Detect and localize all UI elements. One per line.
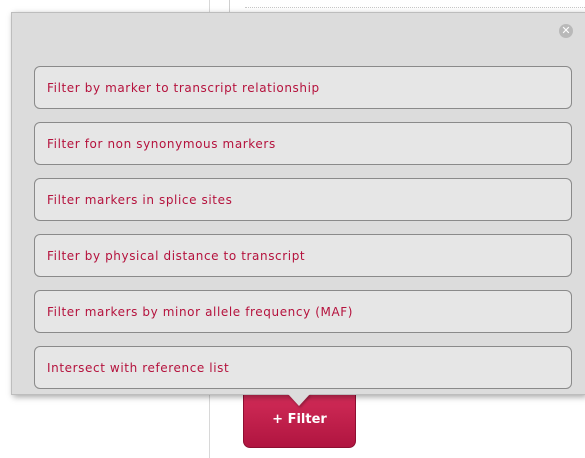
filter-option-non-synonymous[interactable]: Filter for non synonymous markers xyxy=(34,122,572,165)
filter-option-physical-distance[interactable]: Filter by physical distance to transcrip… xyxy=(34,234,572,277)
background-inner-line xyxy=(229,0,230,12)
filter-options-popup: ✕ Filter by marker to transcript relatio… xyxy=(11,12,585,395)
filter-option-reference-list[interactable]: Intersect with reference list xyxy=(34,346,572,389)
background-dotted-line xyxy=(245,7,585,8)
popup-pointer xyxy=(288,394,310,406)
filter-option-transcript-relationship[interactable]: Filter by marker to transcript relations… xyxy=(34,66,572,109)
add-filter-button-label: + Filter xyxy=(272,411,327,427)
close-icon[interactable]: ✕ xyxy=(559,24,573,38)
filter-option-minor-allele-frequency[interactable]: Filter markers by minor allele frequency… xyxy=(34,290,572,333)
filter-option-list: Filter by marker to transcript relations… xyxy=(34,66,572,389)
filter-option-splice-sites[interactable]: Filter markers in splice sites xyxy=(34,178,572,221)
